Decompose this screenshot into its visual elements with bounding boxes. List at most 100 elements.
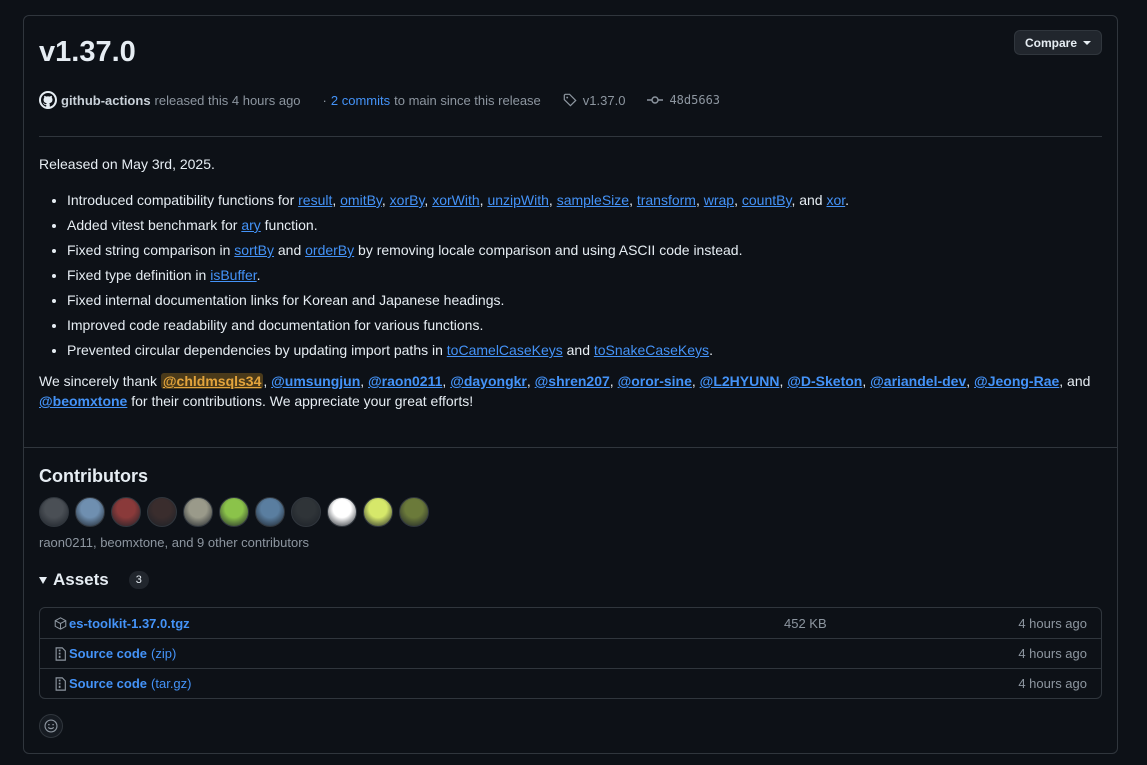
contributors-title: Contributors [39, 466, 148, 486]
asset-date: 4 hours ago [1018, 676, 1087, 691]
assets-list: es-toolkit-1.37.0.tgz 452 KB 4 hours ago So… [39, 607, 1102, 699]
note-text: , and [791, 192, 827, 208]
user-mention[interactable]: @chldmsqls34 [160, 373, 264, 389]
contributor-avatar[interactable] [219, 497, 249, 527]
released-on-text: Released on May 3rd, 2025. [39, 156, 215, 172]
thanks-suffix: for their contributions. We appreciate y… [127, 393, 474, 409]
note-text: by removing locale comparison and using … [354, 242, 743, 258]
thanks-and: , and [1059, 373, 1091, 389]
release-actor[interactable]: github-actions [61, 93, 151, 108]
user-mention[interactable]: @oror-sine [618, 373, 692, 389]
compare-button[interactable]: Compare [1013, 30, 1102, 55]
asset-suffix[interactable]: (tar.gz) [151, 676, 191, 691]
contributor-avatars [39, 497, 429, 527]
contributor-avatar[interactable] [327, 497, 357, 527]
commit-icon [647, 93, 664, 107]
user-mention[interactable]: @raon0211 [368, 373, 442, 389]
note-text: , [734, 192, 742, 208]
release-card: v1.37.0 Compare github-actions released … [23, 15, 1118, 754]
note-item: Prevented circular dependencies by updat… [67, 340, 1099, 360]
file-zip-icon [54, 676, 68, 691]
note-link[interactable]: xorWith [432, 192, 479, 208]
thanks-prefix: We sincerely thank [39, 373, 161, 389]
note-text: , [332, 192, 341, 208]
github-actions-avatar-icon[interactable] [39, 91, 57, 109]
note-link[interactable]: unzipWith [487, 192, 548, 208]
release-notes: Released on May 3rd, 2025. Introduced co… [39, 154, 1099, 411]
asset-size: 452 KB [784, 615, 827, 631]
asset-link[interactable]: es-toolkit-1.37.0.tgz [69, 616, 190, 631]
contributor-avatar[interactable] [75, 497, 105, 527]
note-item: Improved code readability and documentat… [67, 315, 1099, 335]
user-mention[interactable]: @L2HYUNN [700, 373, 780, 389]
note-text: Fixed internal documentation links for K… [67, 292, 505, 308]
note-link[interactable]: isBuffer [210, 267, 256, 283]
caret-down-icon [1083, 40, 1091, 45]
note-link[interactable]: xorBy [390, 192, 425, 208]
contributors-summary: raon0211, beomxtone, and 9 other contrib… [39, 535, 310, 550]
contributor-avatar[interactable] [291, 497, 321, 527]
note-text: Prevented circular dependencies by updat… [67, 342, 447, 358]
contributor-avatar[interactable] [183, 497, 213, 527]
user-mention[interactable]: @D-Sketon [787, 373, 862, 389]
assets-title: Assets [53, 570, 109, 589]
note-link[interactable]: orderBy [305, 242, 354, 258]
note-text: function. [260, 217, 318, 233]
asset-link[interactable]: Source code [69, 676, 147, 691]
smiley-icon [44, 719, 58, 733]
user-mention[interactable]: @Jeong-Rae [974, 373, 1059, 389]
release-header: v1.37.0 Compare github-actions released … [24, 16, 1117, 448]
compare-label: Compare [1024, 35, 1077, 50]
assets-toggle[interactable]: Assets 3 [39, 570, 149, 590]
commits-link[interactable]: 2 commits [331, 93, 390, 108]
user-mention[interactable]: @umsungjun [271, 373, 360, 389]
note-link[interactable]: xor [826, 192, 845, 208]
note-text: and [273, 242, 306, 258]
note-text: Fixed type definition in [67, 267, 211, 283]
asset-link[interactable]: Source code [69, 646, 147, 661]
note-text: Improved code readability and documentat… [67, 317, 484, 333]
contributor-avatar[interactable] [147, 497, 177, 527]
asset-suffix[interactable]: (zip) [151, 646, 176, 661]
user-mention[interactable]: @ariandel-dev [870, 373, 966, 389]
note-link[interactable]: toCamelCaseKeys [447, 342, 563, 358]
thanks-paragraph: We sincerely thank @chldmsqls34, @umsung… [39, 373, 1091, 409]
asset-row: Source code (tar.gz) 4 hours ago [40, 668, 1101, 698]
released-text: released this 4 hours ago [154, 92, 301, 108]
note-item: Fixed string comparison in sortBy and or… [67, 240, 1099, 260]
triangle-down-icon [39, 576, 47, 584]
add-reaction-button[interactable] [39, 714, 63, 738]
note-link[interactable]: wrap [704, 192, 734, 208]
notes-list: Introduced compatibility functions for r… [67, 190, 1099, 360]
commit-sha[interactable]: 48d5663 [669, 93, 720, 107]
note-link[interactable]: sampleSize [557, 192, 629, 208]
user-mention[interactable]: @shren207 [535, 373, 610, 389]
user-mention[interactable]: @dayongkr [450, 373, 527, 389]
contributor-avatar[interactable] [363, 497, 393, 527]
note-text: . [256, 267, 261, 283]
note-link[interactable]: result [298, 192, 332, 208]
header-divider [39, 136, 1102, 137]
file-zip-icon [54, 646, 68, 661]
release-tag[interactable]: v1.37.0 [583, 93, 626, 108]
release-title[interactable]: v1.37.0 [39, 36, 136, 69]
note-item: Fixed type definition in isBuffer. [67, 265, 1099, 285]
note-item: Added vitest benchmark for ary function. [67, 215, 1099, 235]
asset-date: 4 hours ago [1018, 646, 1087, 661]
contributor-avatar[interactable] [255, 497, 285, 527]
contributor-avatar[interactable] [39, 497, 69, 527]
release-meta: github-actions released this 4 hours ago… [39, 90, 720, 110]
note-link[interactable]: transform [637, 192, 696, 208]
note-link[interactable]: omitBy [340, 192, 382, 208]
contributor-avatar[interactable] [111, 497, 141, 527]
note-link[interactable]: sortBy [234, 242, 274, 258]
tag-icon [563, 93, 577, 107]
note-link[interactable]: toSnakeCaseKeys [594, 342, 709, 358]
user-mention[interactable]: @beomxtone [39, 393, 127, 409]
asset-date: 4 hours ago [1018, 615, 1087, 631]
note-text: , [695, 192, 704, 208]
note-link[interactable]: countBy [742, 192, 792, 208]
contributor-avatar[interactable] [399, 497, 429, 527]
note-text: Fixed string comparison in [67, 242, 235, 258]
note-link[interactable]: ary [241, 217, 260, 233]
